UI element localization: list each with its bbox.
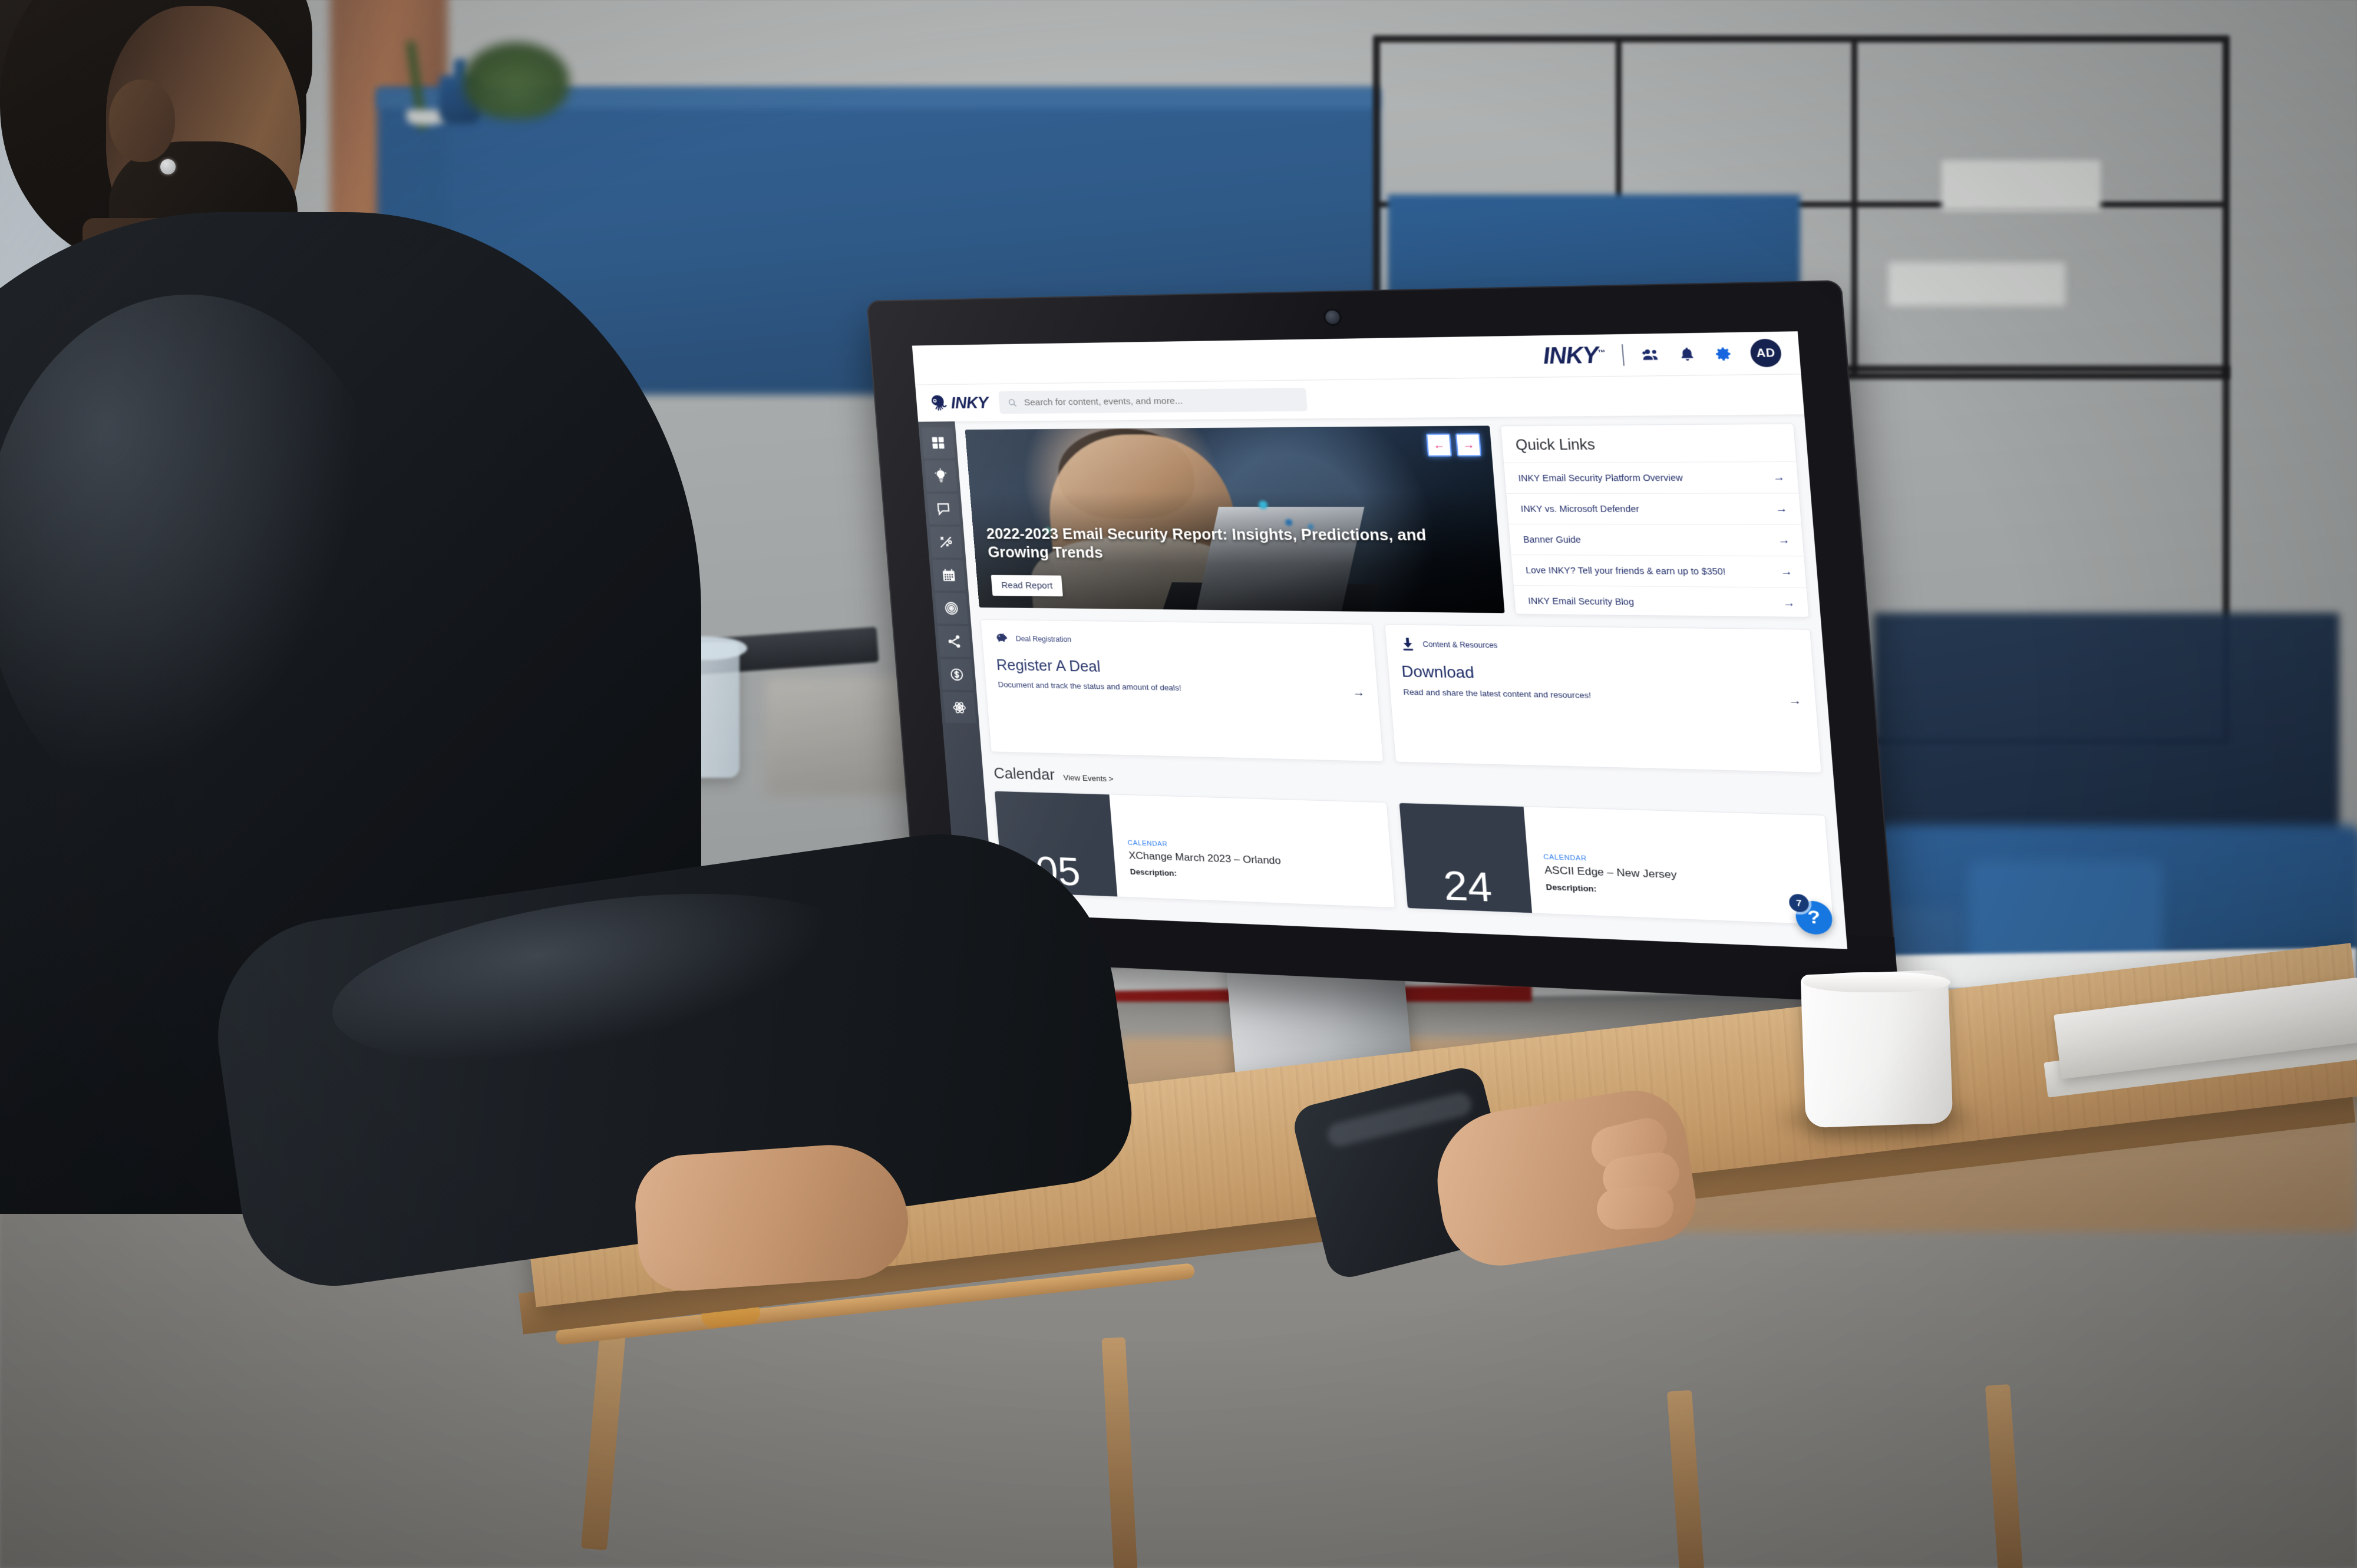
shoulder-highlight <box>0 295 395 825</box>
left-hand <box>632 1140 912 1294</box>
coffee-mug <box>1800 969 1953 1128</box>
mug-rim <box>1803 972 1950 992</box>
sofa-cushion <box>1968 860 2163 966</box>
search-icon <box>1007 397 1018 407</box>
person <box>0 0 913 1568</box>
room-scene: INKY™ AD <box>0 0 2357 1568</box>
ear <box>109 80 175 162</box>
octopus-icon <box>931 395 948 411</box>
search-input-wrapper[interactable] <box>998 388 1308 414</box>
brand-logo-text: INKY <box>950 393 989 412</box>
finger <box>1596 1185 1675 1231</box>
shelf-box-2 <box>1889 262 2065 306</box>
wall-tv-panel <box>1874 613 2339 860</box>
brand-logo[interactable]: INKY <box>926 394 989 412</box>
shelf-box <box>1942 160 2101 211</box>
search-input[interactable] <box>1022 394 1298 408</box>
earring <box>160 159 176 174</box>
